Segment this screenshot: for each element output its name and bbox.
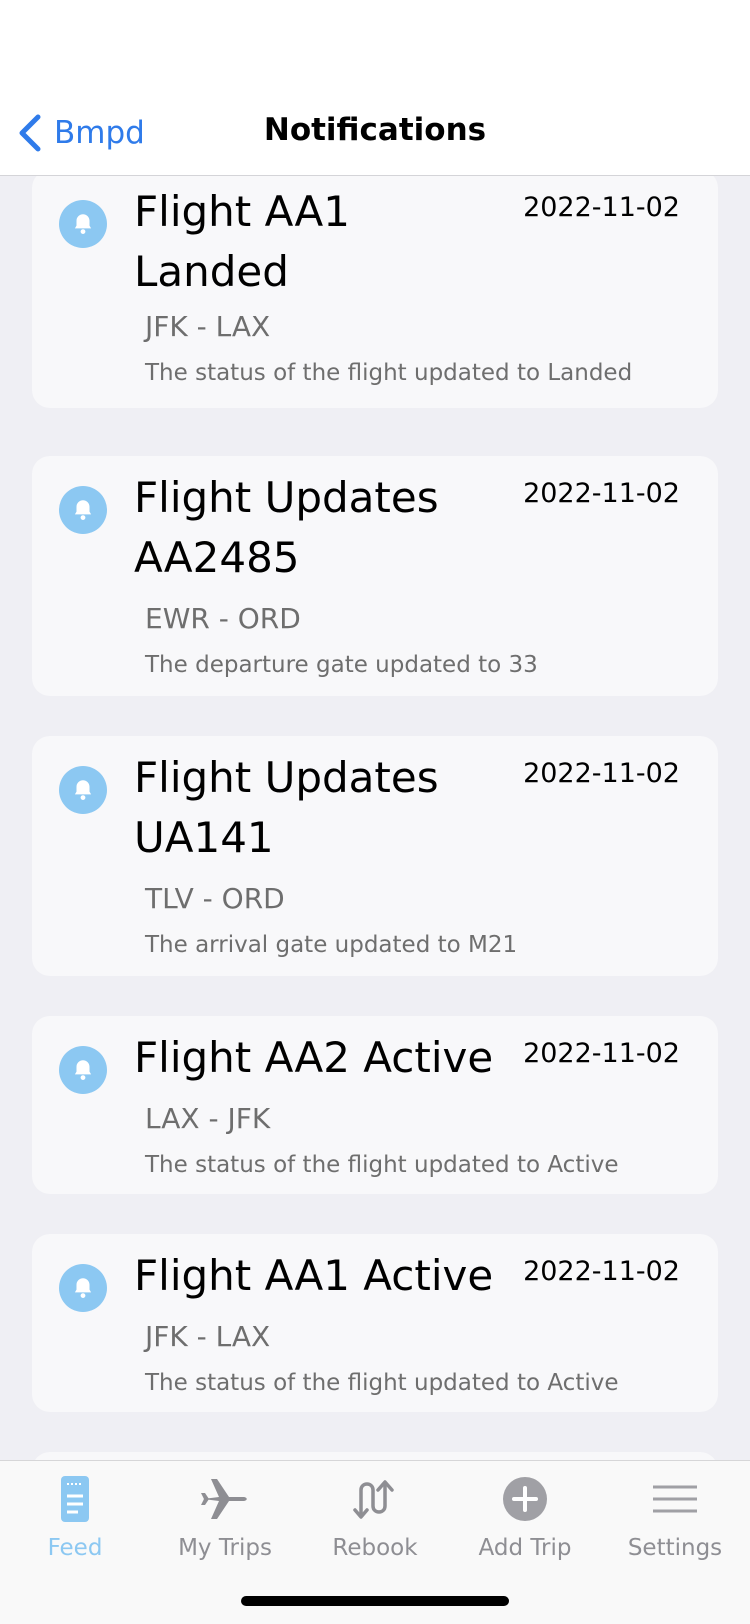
notification-date: 2022-11-02 xyxy=(523,478,680,509)
tab-label: Settings xyxy=(627,1535,723,1561)
tab-label: Add Trip xyxy=(478,1535,572,1561)
notification-card[interactable]: Flight AA1 Landed 2022-11-02 JFK - LAX T… xyxy=(32,176,718,408)
tab-label: Rebook xyxy=(332,1535,418,1561)
home-indicator[interactable] xyxy=(241,1596,509,1606)
tab-label: My Trips xyxy=(178,1535,272,1561)
navigation-bar: Bmpd Notifications xyxy=(0,90,750,176)
notification-title: Flight AA1 Active xyxy=(134,1251,494,1300)
bell-icon xyxy=(59,766,107,814)
bell-icon xyxy=(59,1264,107,1312)
rebook-icon xyxy=(347,1473,403,1525)
notification-title: Flight AA1 Landed xyxy=(134,187,350,296)
notification-route: TLV - ORD xyxy=(145,882,285,915)
tab-label: Feed xyxy=(47,1535,103,1561)
notification-card[interactable]: Flight AA1 Active 2022-11-02 JFK - LAX T… xyxy=(32,1234,718,1412)
notification-card[interactable]: Flight Updates AA2485 2022-11-02 EWR - O… xyxy=(32,456,718,696)
plus-circle-icon xyxy=(497,1473,553,1525)
notification-date: 2022-11-02 xyxy=(523,1038,680,1069)
notification-title: Flight AA2 Active xyxy=(134,1033,494,1082)
notification-date: 2022-11-02 xyxy=(523,758,680,789)
notification-title: Flight Updates AA2485 xyxy=(134,473,439,582)
airplane-icon xyxy=(197,1473,253,1525)
notification-route: JFK - LAX xyxy=(145,1320,271,1353)
notification-route: LAX - JFK xyxy=(145,1102,271,1135)
bell-icon xyxy=(59,486,107,534)
notification-card[interactable]: Flight Updates UA141 2022-11-02 TLV - OR… xyxy=(32,736,718,976)
notification-description: The departure gate updated to 33 xyxy=(145,652,538,678)
menu-lines-icon xyxy=(647,1473,703,1525)
notification-date: 2022-11-02 xyxy=(523,1256,680,1287)
notification-route: EWR - ORD xyxy=(145,602,301,635)
notification-date: 2022-11-02 xyxy=(523,192,680,223)
page-title: Notifications xyxy=(263,112,487,148)
notification-description: The status of the flight updated to Acti… xyxy=(145,1152,619,1178)
tab-my-trips[interactable]: My Trips xyxy=(150,1473,300,1573)
feed-icon xyxy=(47,1473,103,1525)
notification-description: The status of the flight updated to Land… xyxy=(145,360,633,386)
bell-icon xyxy=(59,200,107,248)
notification-card[interactable]: Flight AA2 Active 2022-11-02 LAX - JFK T… xyxy=(32,1016,718,1194)
tab-add-trip[interactable]: Add Trip xyxy=(450,1473,600,1573)
notification-description: The arrival gate updated to M21 xyxy=(145,932,518,958)
tab-settings[interactable]: Settings xyxy=(600,1473,750,1573)
tab-rebook[interactable]: Rebook xyxy=(300,1473,450,1573)
notification-route: JFK - LAX xyxy=(145,310,271,343)
bell-icon xyxy=(59,1046,107,1094)
notification-description: The status of the flight updated to Acti… xyxy=(145,1370,619,1396)
notification-title: Flight Updates UA141 xyxy=(134,753,439,862)
status-bar-area xyxy=(0,0,750,90)
tab-feed[interactable]: Feed xyxy=(0,1473,150,1573)
notification-card[interactable] xyxy=(32,1452,718,1460)
notification-feed[interactable]: Flight AA1 Landed 2022-11-02 JFK - LAX T… xyxy=(0,176,750,1460)
